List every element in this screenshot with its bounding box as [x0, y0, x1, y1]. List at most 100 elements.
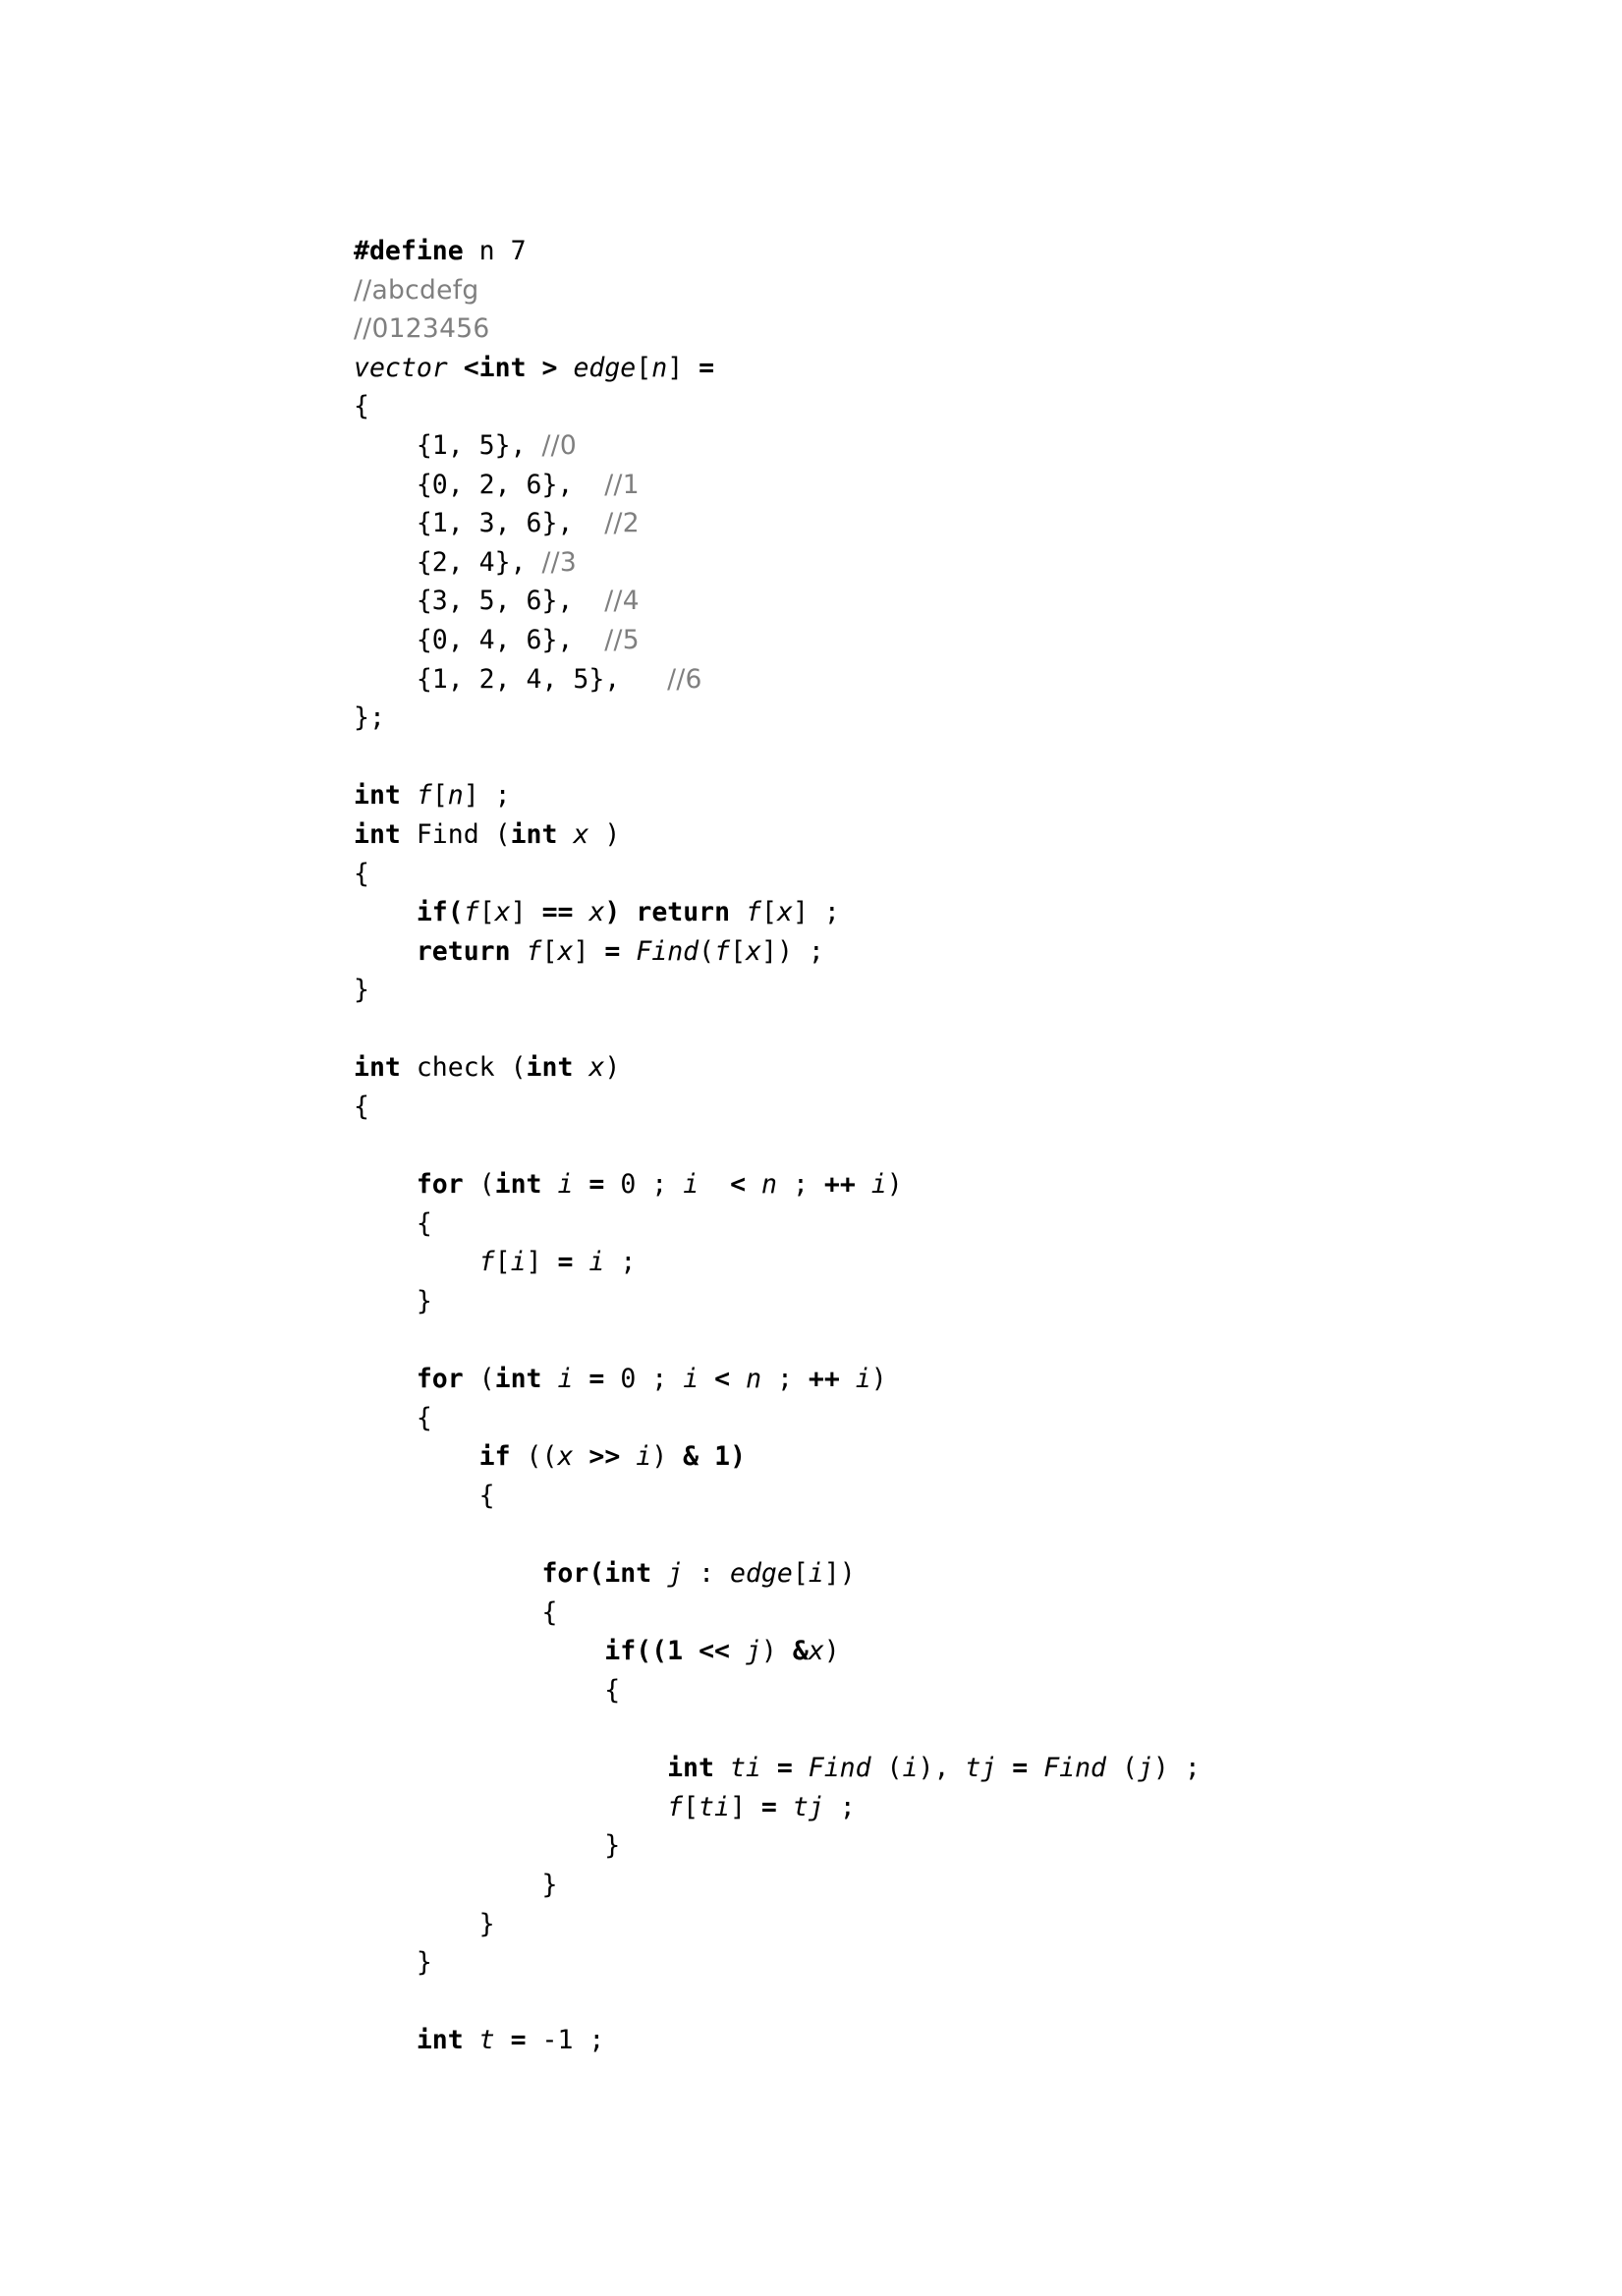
- code-keyword-token: &: [792, 1636, 809, 1667]
- code-plain-token: n: [478, 236, 495, 266]
- code-listing[interactable]: #define n 7//abcdefg//0123456 vector <int…: [354, 232, 1454, 2060]
- code-keyword-token: >>: [588, 1441, 621, 1473]
- code-line: }: [354, 1282, 1454, 1321]
- code-plain-token: [: [730, 935, 747, 967]
- code-plain-token: [354, 1247, 479, 1277]
- code-line: for (int i = 0 ; i < n ; ++ i): [354, 1165, 1454, 1204]
- code-line: }: [354, 1866, 1454, 1905]
- code-plain-token: [: [431, 780, 448, 812]
- code-plain-token: ;: [776, 1169, 824, 1201]
- code-plain-token: ): [823, 1636, 840, 1667]
- code-line: }: [354, 1943, 1454, 1983]
- code-plain-token: (: [463, 1364, 495, 1395]
- code-identifier-token: edge: [573, 352, 637, 383]
- code-line: //abcdefg: [354, 271, 1454, 310]
- code-plain-token: ]): [761, 935, 793, 967]
- code-line: {: [354, 1477, 1454, 1516]
- code-keyword-token: int: [494, 1364, 542, 1395]
- code-keyword-token: if: [604, 1636, 637, 1667]
- code-keyword-token: ((: [636, 1636, 668, 1667]
- code-line: {1, 2, 4, 5}, //6: [354, 660, 1454, 700]
- code-identifier-token: x: [573, 818, 589, 850]
- code-plain-token: [354, 1636, 604, 1666]
- code-keyword-token: >: [541, 352, 558, 383]
- code-keyword-token: ==: [541, 897, 574, 928]
- code-line: int f[n] ;: [354, 776, 1454, 815]
- code-plain-token: ;: [478, 780, 511, 812]
- code-plain-token: ]: [526, 1247, 542, 1278]
- code-identifier-token: i: [808, 1558, 824, 1590]
- code-plain-token: {: [354, 391, 369, 422]
- code-plain-token: [746, 1792, 761, 1822]
- page-canvas: #define n 7//abcdefg//0123456 vector <int…: [0, 0, 1622, 2296]
- code-plain-token: }: [354, 1830, 621, 1862]
- code-plain-token: [: [792, 1558, 809, 1590]
- code-identifier-token: x: [808, 1636, 824, 1667]
- code-line: int ti = Find (i), tj = Find (j) ;: [354, 1749, 1454, 1788]
- code-identifier-token: tj: [965, 1753, 997, 1784]
- code-plain-token: (: [699, 935, 715, 967]
- code-plain-token: ): [604, 1052, 621, 1084]
- code-plain-token: {: [354, 1402, 432, 1433]
- code-line: {0, 2, 6}, //1: [354, 466, 1454, 505]
- code-keyword-token: <: [714, 1364, 731, 1395]
- code-plain-token: ): [870, 1364, 887, 1395]
- code-plain-token: [: [683, 1791, 699, 1822]
- code-identifier-token: i: [683, 1169, 699, 1201]
- code-keyword-token: for: [541, 1558, 589, 1590]
- code-identifier-token: i: [870, 1169, 887, 1201]
- code-line: #define n 7: [354, 232, 1454, 271]
- code-keyword-token: #define: [354, 236, 464, 266]
- code-identifier-token: i: [902, 1753, 919, 1784]
- code-plain-token: {: [354, 1596, 558, 1628]
- code-plain-token: [354, 1169, 417, 1200]
- code-identifier-token: j: [667, 1558, 684, 1590]
- code-identifier-token: x: [557, 935, 574, 967]
- code-plain-token: ): [588, 818, 621, 850]
- code-plain-token: [495, 236, 511, 266]
- code-keyword-token: =: [557, 1247, 574, 1278]
- code-plain-token: ;: [792, 935, 824, 967]
- code-keyword-token: =: [510, 2025, 527, 2056]
- code-line: {: [354, 1594, 1454, 1633]
- code-comment-token: //abcdefg: [354, 274, 479, 306]
- code-plain-token: (: [463, 1169, 495, 1201]
- code-plain-token: ;: [1168, 1753, 1201, 1784]
- code-line: {1, 5}, //0: [354, 426, 1454, 466]
- code-plain-token: [996, 1753, 1012, 1783]
- code-keyword-token: ): [604, 897, 621, 928]
- code-line: {: [354, 1204, 1454, 1244]
- code-line: {: [354, 1399, 1454, 1438]
- code-plain-token: [354, 897, 417, 927]
- code-plain-token: [: [541, 935, 558, 967]
- code-identifier-token: f: [416, 780, 432, 812]
- code-identifier-token: x: [746, 935, 762, 967]
- code-plain-token: (: [478, 818, 511, 850]
- code-plain-token: [746, 1169, 761, 1200]
- code-plain-token: [448, 353, 464, 383]
- code-plain-token: ;: [808, 897, 840, 928]
- code-line: int check (int x): [354, 1048, 1454, 1088]
- code-identifier-token: i: [683, 1364, 699, 1395]
- code-plain-token: (: [870, 1753, 903, 1784]
- code-plain-token: }: [354, 1869, 558, 1900]
- code-plain-token: [354, 1364, 417, 1394]
- code-keyword-token: if: [478, 1441, 511, 1473]
- code-plain-token: check: [416, 1052, 495, 1084]
- code-identifier-token: x: [777, 897, 793, 928]
- code-plain-token: [354, 1558, 541, 1589]
- code-identifier-token: n: [651, 352, 668, 383]
- code-plain-token: [401, 819, 417, 850]
- code-identifier-token: f: [463, 897, 479, 928]
- code-plain-token: [761, 1753, 777, 1783]
- code-plain-token: ]: [573, 935, 589, 967]
- code-comment-token: //0: [541, 429, 578, 461]
- code-identifier-token: j: [1137, 1753, 1153, 1784]
- code-line: }: [354, 1826, 1454, 1866]
- code-plain-token: [573, 1441, 588, 1472]
- code-plain-token: [354, 1441, 479, 1472]
- code-identifier-token: Find: [1043, 1753, 1107, 1784]
